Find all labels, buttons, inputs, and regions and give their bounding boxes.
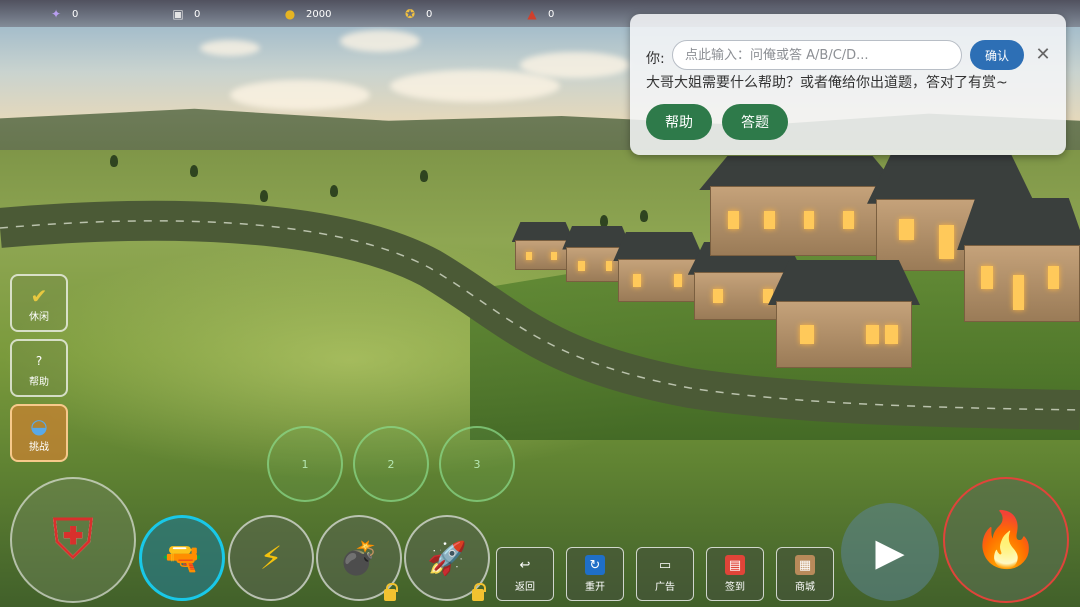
- checkin-button[interactable]: ▤ 签到: [706, 547, 764, 601]
- mode-challenge-button[interactable]: ◒ 挑战: [10, 404, 68, 462]
- tower-slot-3[interactable]: 3: [439, 426, 515, 502]
- stat-coins: ● 2000: [282, 4, 332, 24]
- menu-label: 商城: [795, 582, 815, 593]
- answer-input[interactable]: [672, 40, 962, 70]
- stat-value: 0: [426, 8, 433, 20]
- fire-skill-button[interactable]: 🔥: [943, 477, 1069, 603]
- stat-medals: ✪ 0: [402, 4, 432, 24]
- back-button[interactable]: ↩ 返回: [496, 547, 554, 601]
- mode-label: 帮助: [29, 376, 49, 388]
- menu-label: 返回: [515, 582, 535, 593]
- npc-message: 大哥大姐需要什么帮助？或者俺给你出道题，答对了有赏~: [646, 75, 1008, 91]
- stat-value: 2000: [306, 8, 332, 20]
- tv-icon: ▭: [658, 557, 672, 573]
- menu-label: 重开: [585, 582, 605, 593]
- rocket-skill-button[interactable]: 🚀: [404, 515, 490, 601]
- help-button[interactable]: 帮助: [646, 104, 712, 140]
- lock-icon: [472, 583, 486, 601]
- fire-icon: 🔥: [972, 508, 1040, 571]
- lightning-skill-button[interactable]: ⚡: [228, 515, 314, 601]
- rocket-icon: 🚀: [427, 539, 467, 577]
- confirm-button[interactable]: 确认: [970, 40, 1024, 70]
- bomb-skill-button[interactable]: 💣: [316, 515, 402, 601]
- mode-label: 休闲: [29, 311, 49, 323]
- restart-button[interactable]: ↻ 重开: [566, 547, 624, 601]
- mode-casual-button[interactable]: ✔ 休闲: [10, 274, 68, 332]
- play-icon: ▶: [875, 530, 905, 574]
- stat-value: 0: [548, 8, 555, 20]
- gold-coin-icon: ●: [284, 7, 296, 21]
- mode-label: 挑战: [29, 441, 49, 453]
- input-label: 你:: [646, 51, 665, 67]
- medal-icon: ✪: [404, 7, 416, 21]
- shield-icon: ⛨: [52, 507, 94, 572]
- npc-chat-dialog: 你: 确认 ✕ 大哥大姐需要什么帮助？或者俺给你出道题，答对了有赏~ 帮助 答题: [630, 14, 1066, 155]
- water-gun-skill-button[interactable]: 🔫: [139, 515, 225, 601]
- bomb-icon: 💣: [339, 539, 379, 577]
- wave-icon: ◒: [30, 413, 48, 438]
- lightning-icon: ⚡: [259, 539, 283, 577]
- play-button[interactable]: ▶: [841, 503, 939, 601]
- menu-label: 广告: [655, 582, 675, 593]
- quiz-button[interactable]: 答题: [722, 104, 788, 140]
- ad-button[interactable]: ▭ 广告: [636, 547, 694, 601]
- tv-box-icon: ▣: [172, 7, 184, 21]
- calendar-icon: ▤: [725, 555, 745, 575]
- road-surface: [0, 200, 1080, 430]
- question-icon: ?: [35, 353, 43, 368]
- restart-icon: ↻: [585, 555, 605, 575]
- close-icon[interactable]: ✕: [1032, 38, 1054, 70]
- menu-label: 签到: [725, 582, 745, 593]
- shield-skill-button[interactable]: ⛨: [10, 477, 136, 603]
- shop-button[interactable]: ▦ 商城: [776, 547, 834, 601]
- tower-slot-2[interactable]: 2: [353, 426, 429, 502]
- road-centerline: [0, 220, 1080, 411]
- check-icon: ✔: [30, 283, 48, 308]
- lock-icon: [384, 583, 398, 601]
- stat-gems: ✦ 0: [48, 4, 78, 24]
- water-gun-icon: 🔫: [162, 539, 202, 577]
- purple-gem-icon: ✦: [50, 7, 62, 21]
- shop-box-icon: ▦: [795, 555, 815, 575]
- stat-tv: ▣ 0: [170, 4, 200, 24]
- flask-icon: ▲: [527, 7, 537, 21]
- tower-slot-1[interactable]: 1: [267, 426, 343, 502]
- back-arrow-icon: ↩: [519, 557, 531, 573]
- stat-value: 0: [72, 8, 79, 20]
- mode-help-button[interactable]: ? 帮助: [10, 339, 68, 397]
- stat-potions: ▲ 0: [524, 4, 554, 24]
- stat-value: 0: [194, 8, 201, 20]
